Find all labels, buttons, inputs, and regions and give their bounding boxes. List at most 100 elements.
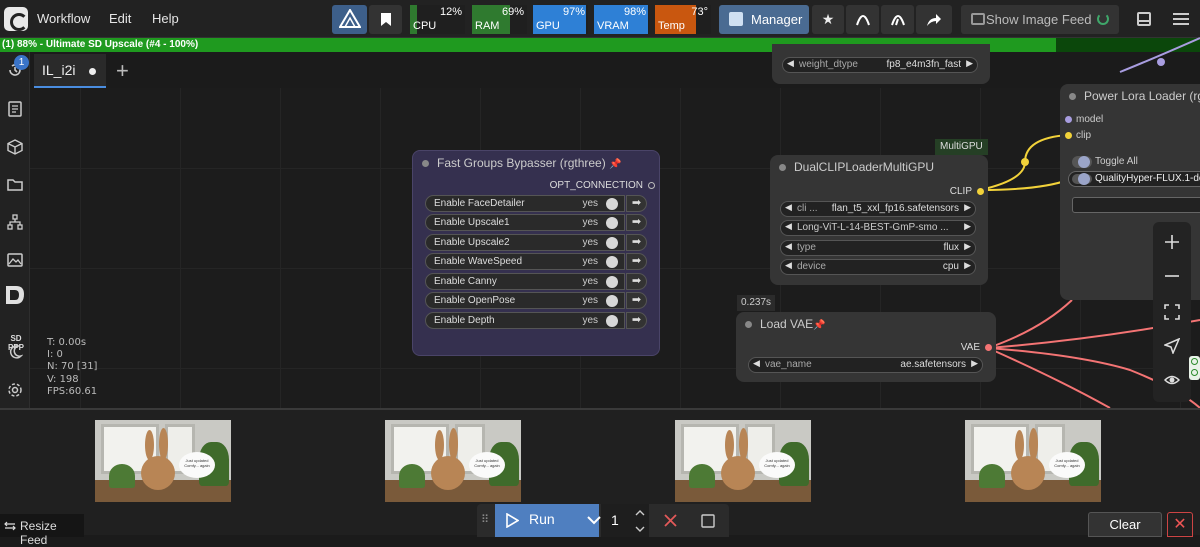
lora-row[interactable]: QualityHyper-FLUX.1-de bbox=[1068, 171, 1200, 187]
output-slot[interactable] bbox=[648, 182, 655, 189]
feed-thumbnail[interactable]: Just updated Comfy... again bbox=[385, 420, 521, 502]
clip-name2-widget[interactable]: ◀ Long-ViT-L-14-BEST-GmP-smo ... ▶ bbox=[780, 220, 976, 236]
bookmark-button[interactable] bbox=[369, 5, 402, 34]
fit-view-icon[interactable] bbox=[1164, 304, 1180, 320]
resize-feed-button[interactable]: Resize Feed bbox=[0, 514, 84, 547]
model-input-slot[interactable] bbox=[1065, 116, 1072, 123]
folder-icon[interactable] bbox=[7, 177, 23, 193]
increment-chevron-icon[interactable] bbox=[635, 510, 645, 516]
fast-groups-bypasser-node[interactable]: Fast Groups Bypasser (rgthree) 📌 OPT_CON… bbox=[412, 150, 660, 356]
menu-help[interactable]: Help bbox=[152, 11, 179, 26]
bypass-row[interactable]: Enable Upscale1 yes ➡ bbox=[425, 214, 647, 231]
toggle-icon[interactable] bbox=[606, 276, 618, 288]
clear-feed-button[interactable]: Clear bbox=[1088, 512, 1162, 537]
goto-arrow-icon[interactable]: ➡ bbox=[626, 214, 647, 231]
menu-edit[interactable]: Edit bbox=[109, 11, 131, 26]
model-loader-node[interactable]: ◀ weight_dtype fp8_e4m3fn_fast ▶ bbox=[772, 44, 990, 84]
vae-output-slot[interactable] bbox=[985, 344, 992, 351]
left-arrow-icon[interactable]: ◀ bbox=[785, 260, 792, 271]
type-widget[interactable]: ◀ type flux ▶ bbox=[780, 240, 976, 256]
toggle-icon[interactable] bbox=[606, 198, 618, 210]
visibility-eye-icon[interactable] bbox=[1164, 372, 1180, 388]
drag-handle-icon[interactable]: ⠿ bbox=[481, 513, 489, 526]
toggle-all-switch[interactable] bbox=[1072, 156, 1092, 168]
goto-arrow-icon[interactable]: ➡ bbox=[626, 195, 647, 212]
clip-output-slot[interactable] bbox=[977, 188, 984, 195]
show-image-feed-button[interactable]: Show Image Feed bbox=[961, 5, 1119, 34]
clip-input-slot[interactable] bbox=[1065, 132, 1072, 139]
goto-arrow-icon[interactable]: ➡ bbox=[626, 292, 647, 309]
gallery-icon[interactable] bbox=[7, 252, 23, 268]
hamburger-menu-icon[interactable] bbox=[1173, 12, 1189, 26]
right-arrow-icon[interactable]: ▶ bbox=[966, 58, 973, 69]
stop-square-icon[interactable] bbox=[701, 514, 715, 528]
node-title[interactable]: DualCLIPLoaderMultiGPU bbox=[770, 155, 988, 179]
goto-arrow-icon[interactable]: ➡ bbox=[626, 234, 647, 251]
right-arrow-icon[interactable]: ▶ bbox=[971, 358, 978, 369]
node-title[interactable]: Fast Groups Bypasser (rgthree) 📌 bbox=[413, 151, 659, 175]
right-arrow-icon[interactable]: ▶ bbox=[964, 221, 971, 232]
toggle-icon[interactable] bbox=[606, 217, 618, 229]
feed-thumbnail[interactable]: Just updated Comfy... again bbox=[965, 420, 1101, 502]
goto-arrow-icon[interactable]: ➡ bbox=[626, 312, 647, 329]
cube-icon[interactable] bbox=[7, 139, 23, 155]
weight-dtype-widget[interactable]: ◀ weight_dtype fp8_e4m3fn_fast ▶ bbox=[782, 57, 978, 73]
left-arrow-icon[interactable]: ◀ bbox=[753, 358, 760, 369]
device-widget[interactable]: ◀ device cpu ▶ bbox=[780, 259, 976, 275]
comfyui-logo[interactable] bbox=[4, 7, 28, 31]
manager-button[interactable]: Manager bbox=[719, 5, 809, 34]
run-button[interactable]: Run bbox=[495, 504, 601, 537]
toggle-icon[interactable] bbox=[606, 315, 618, 327]
collapse-dot-icon[interactable] bbox=[1069, 93, 1076, 100]
left-arrow-icon[interactable]: ◀ bbox=[785, 202, 792, 213]
share-button[interactable] bbox=[916, 5, 952, 34]
zoom-out-icon[interactable] bbox=[1164, 268, 1180, 284]
close-feed-icon[interactable]: ✕ bbox=[1167, 512, 1193, 537]
run-mode-chevron-icon[interactable] bbox=[587, 516, 601, 525]
bypass-row[interactable]: Enable Depth yes ➡ bbox=[425, 312, 647, 329]
moon-icon[interactable] bbox=[7, 344, 23, 360]
left-arrow-icon[interactable]: ◀ bbox=[787, 58, 794, 69]
node-tree-icon[interactable] bbox=[7, 214, 23, 230]
collapse-dot-icon[interactable] bbox=[422, 160, 429, 167]
left-arrow-icon[interactable]: ◀ bbox=[785, 221, 792, 232]
model-scope-button[interactable] bbox=[332, 5, 367, 34]
panel-toggle-icon[interactable] bbox=[1137, 12, 1151, 26]
document-icon[interactable] bbox=[7, 101, 23, 117]
workflow-tab[interactable]: IL_i2i bbox=[34, 54, 106, 88]
toggle-icon[interactable] bbox=[606, 237, 618, 249]
workflow-share-button[interactable] bbox=[881, 5, 914, 34]
collapse-dot-icon[interactable] bbox=[779, 164, 786, 171]
right-arrow-icon[interactable]: ▶ bbox=[964, 241, 971, 252]
clip-name1-widget[interactable]: ◀ cli ... flan_t5_xxl_fp16.safetensors ▶ bbox=[780, 201, 976, 217]
feed-thumbnail[interactable]: Just updated Comfy... again bbox=[95, 420, 231, 502]
bypass-row[interactable]: Enable Canny yes ➡ bbox=[425, 273, 647, 290]
bypass-row[interactable]: Enable OpenPose yes ➡ bbox=[425, 292, 647, 309]
sdppp-logo-icon[interactable] bbox=[4, 284, 28, 306]
dual-clip-loader-node[interactable]: DualCLIPLoaderMultiGPU CLIP ◀ cli ... fl… bbox=[770, 155, 988, 285]
star-button[interactable]: ★ bbox=[812, 5, 844, 34]
civitai-button[interactable] bbox=[846, 5, 879, 34]
right-arrow-icon[interactable]: ▶ bbox=[964, 202, 971, 213]
batch-count-input[interactable]: 1 bbox=[601, 504, 649, 537]
right-arrow-icon[interactable]: ▶ bbox=[964, 260, 971, 271]
left-arrow-icon[interactable]: ◀ bbox=[785, 241, 792, 252]
vae-name-widget[interactable]: ◀ vae_name ae.safetensors ▶ bbox=[748, 357, 983, 373]
feed-thumbnail[interactable]: Just updated Comfy... again bbox=[675, 420, 811, 502]
bypass-row[interactable]: Enable FaceDetailer yes ➡ bbox=[425, 195, 647, 212]
navigate-icon[interactable] bbox=[1164, 338, 1180, 354]
menu-workflow[interactable]: Workflow bbox=[37, 11, 90, 26]
settings-gear-icon[interactable] bbox=[7, 382, 23, 398]
node-title[interactable]: Load VAE📌 bbox=[736, 312, 996, 336]
toggle-icon[interactable] bbox=[606, 295, 618, 307]
new-tab-plus-icon[interactable]: + bbox=[116, 58, 129, 84]
load-vae-node[interactable]: Load VAE📌 VAE ◀ vae_name ae.safetensors … bbox=[736, 312, 996, 382]
goto-arrow-icon[interactable]: ➡ bbox=[626, 273, 647, 290]
goto-arrow-icon[interactable]: ➡ bbox=[626, 253, 647, 270]
toggle-icon[interactable] bbox=[606, 256, 618, 268]
collapse-dot-icon[interactable] bbox=[745, 321, 752, 328]
bypass-row[interactable]: Enable WaveSpeed yes ➡ bbox=[425, 253, 647, 270]
bypass-row[interactable]: Enable Upscale2 yes ➡ bbox=[425, 234, 647, 251]
zoom-in-icon[interactable] bbox=[1164, 234, 1180, 250]
side-extension-badge[interactable] bbox=[1189, 356, 1200, 380]
